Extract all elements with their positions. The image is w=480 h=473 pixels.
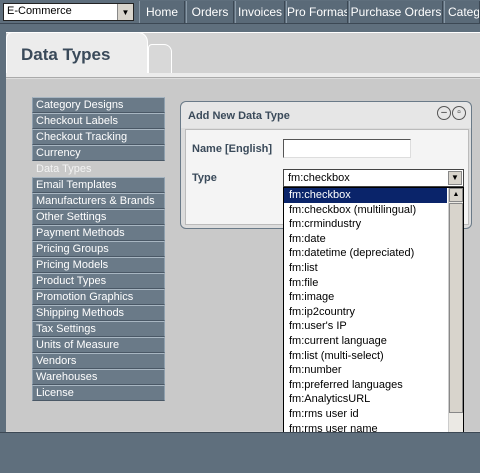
name-label: Name [English] xyxy=(192,143,273,155)
dialog-title: Add New Data Type xyxy=(188,110,290,122)
sidebar-item[interactable]: Units of Measure xyxy=(32,337,165,353)
sidebar-item[interactable]: Promotion Graphics xyxy=(32,289,165,305)
dialog-header: Add New Data Type – ▫ xyxy=(181,102,471,128)
nav-categories[interactable]: Catego xyxy=(444,1,480,23)
sidebar-item[interactable]: Other Settings xyxy=(32,209,165,225)
tab-data-types[interactable]: Data Types xyxy=(6,32,148,74)
sidebar-item[interactable]: Pricing Groups xyxy=(32,241,165,257)
type-option[interactable]: fm:ip2country xyxy=(284,305,447,320)
type-option[interactable]: fm:image xyxy=(284,290,447,305)
sidebar-item[interactable]: Checkout Labels xyxy=(32,113,165,129)
sidebar-item[interactable]: Shipping Methods xyxy=(32,305,165,321)
sidebar-item[interactable]: License xyxy=(32,385,165,401)
sidebar-item[interactable]: Manufacturers & Brands xyxy=(32,193,165,209)
sidebar-item[interactable]: Warehouses xyxy=(32,369,165,385)
scroll-up-icon[interactable]: ▲ xyxy=(449,188,463,202)
page-title: Data Types xyxy=(21,45,111,64)
sidebar-item[interactable]: Email Templates xyxy=(32,177,165,193)
settings-sidebar: Category Designs Checkout Labels Checkout … xyxy=(32,97,165,401)
nav-purchase-orders[interactable]: Purchase Orders xyxy=(349,1,443,23)
type-option[interactable]: fm:current language xyxy=(284,334,447,349)
sidebar-item[interactable]: Payment Methods xyxy=(32,225,165,241)
sidebar-item[interactable]: Currency xyxy=(32,145,165,161)
app-switcher-select[interactable]: E-Commerce ▼ xyxy=(3,3,134,21)
type-options-list[interactable]: fm:checkbox fm:checkbox (multilingual) fm:… xyxy=(283,187,464,469)
type-option[interactable]: fm:checkbox (multilingual) xyxy=(284,203,447,218)
tab-secondary[interactable] xyxy=(148,44,172,74)
sidebar-item[interactable]: Vendors xyxy=(32,353,165,369)
nav-home[interactable]: Home xyxy=(139,1,185,23)
type-option[interactable]: fm:datetime (depreciated) xyxy=(284,246,447,261)
type-option[interactable]: fm:rms user id xyxy=(284,407,447,422)
type-option[interactable]: fm:crmindustry xyxy=(284,217,447,232)
footer-bar xyxy=(0,432,480,473)
type-option[interactable]: fm:user's IP xyxy=(284,319,447,334)
minimize-icon[interactable]: – xyxy=(437,106,451,120)
name-field[interactable] xyxy=(283,139,411,158)
type-label: Type xyxy=(192,172,217,184)
nav-invoices[interactable]: Invoices xyxy=(235,1,285,23)
scrollbar-thumb[interactable] xyxy=(449,203,463,413)
type-select-value: fm:checkbox xyxy=(288,172,350,184)
type-option[interactable]: fm:list (multi-select) xyxy=(284,349,447,364)
chevron-down-icon[interactable]: ▼ xyxy=(117,4,133,20)
type-option[interactable]: fm:date xyxy=(284,232,447,247)
type-option[interactable]: fm:number xyxy=(284,363,447,378)
sidebar-item[interactable]: Checkout Tracking xyxy=(32,129,165,145)
type-option[interactable]: fm:file xyxy=(284,276,447,291)
type-option[interactable]: fm:checkbox xyxy=(284,188,447,203)
sidebar-item[interactable]: Pricing Models xyxy=(32,257,165,273)
sidebar-item[interactable]: Product Types xyxy=(32,273,165,289)
sidebar-item[interactable]: Tax Settings xyxy=(32,321,165,337)
sidebar-item[interactable]: Data Types xyxy=(32,161,165,177)
type-option[interactable]: fm:preferred languages xyxy=(284,378,447,393)
type-option[interactable]: fm:AnalyticsURL xyxy=(284,392,447,407)
sidebar-item[interactable]: Category Designs xyxy=(32,97,165,113)
chevron-down-icon[interactable]: ▼ xyxy=(448,171,462,185)
restore-icon[interactable]: ▫ xyxy=(452,106,466,120)
nav-pro-formas[interactable]: Pro Formas xyxy=(286,1,348,23)
app-switcher-value: E-Commerce xyxy=(7,5,72,17)
top-nav-bar: E-Commerce ▼ Home Orders Invoices Pro Fo… xyxy=(0,0,480,24)
nav-orders[interactable]: Orders xyxy=(186,1,234,23)
options-scrollbar[interactable]: ▲ ▼ xyxy=(448,188,463,468)
type-select[interactable]: fm:checkbox ▼ xyxy=(283,169,464,187)
type-option[interactable]: fm:list xyxy=(284,261,447,276)
